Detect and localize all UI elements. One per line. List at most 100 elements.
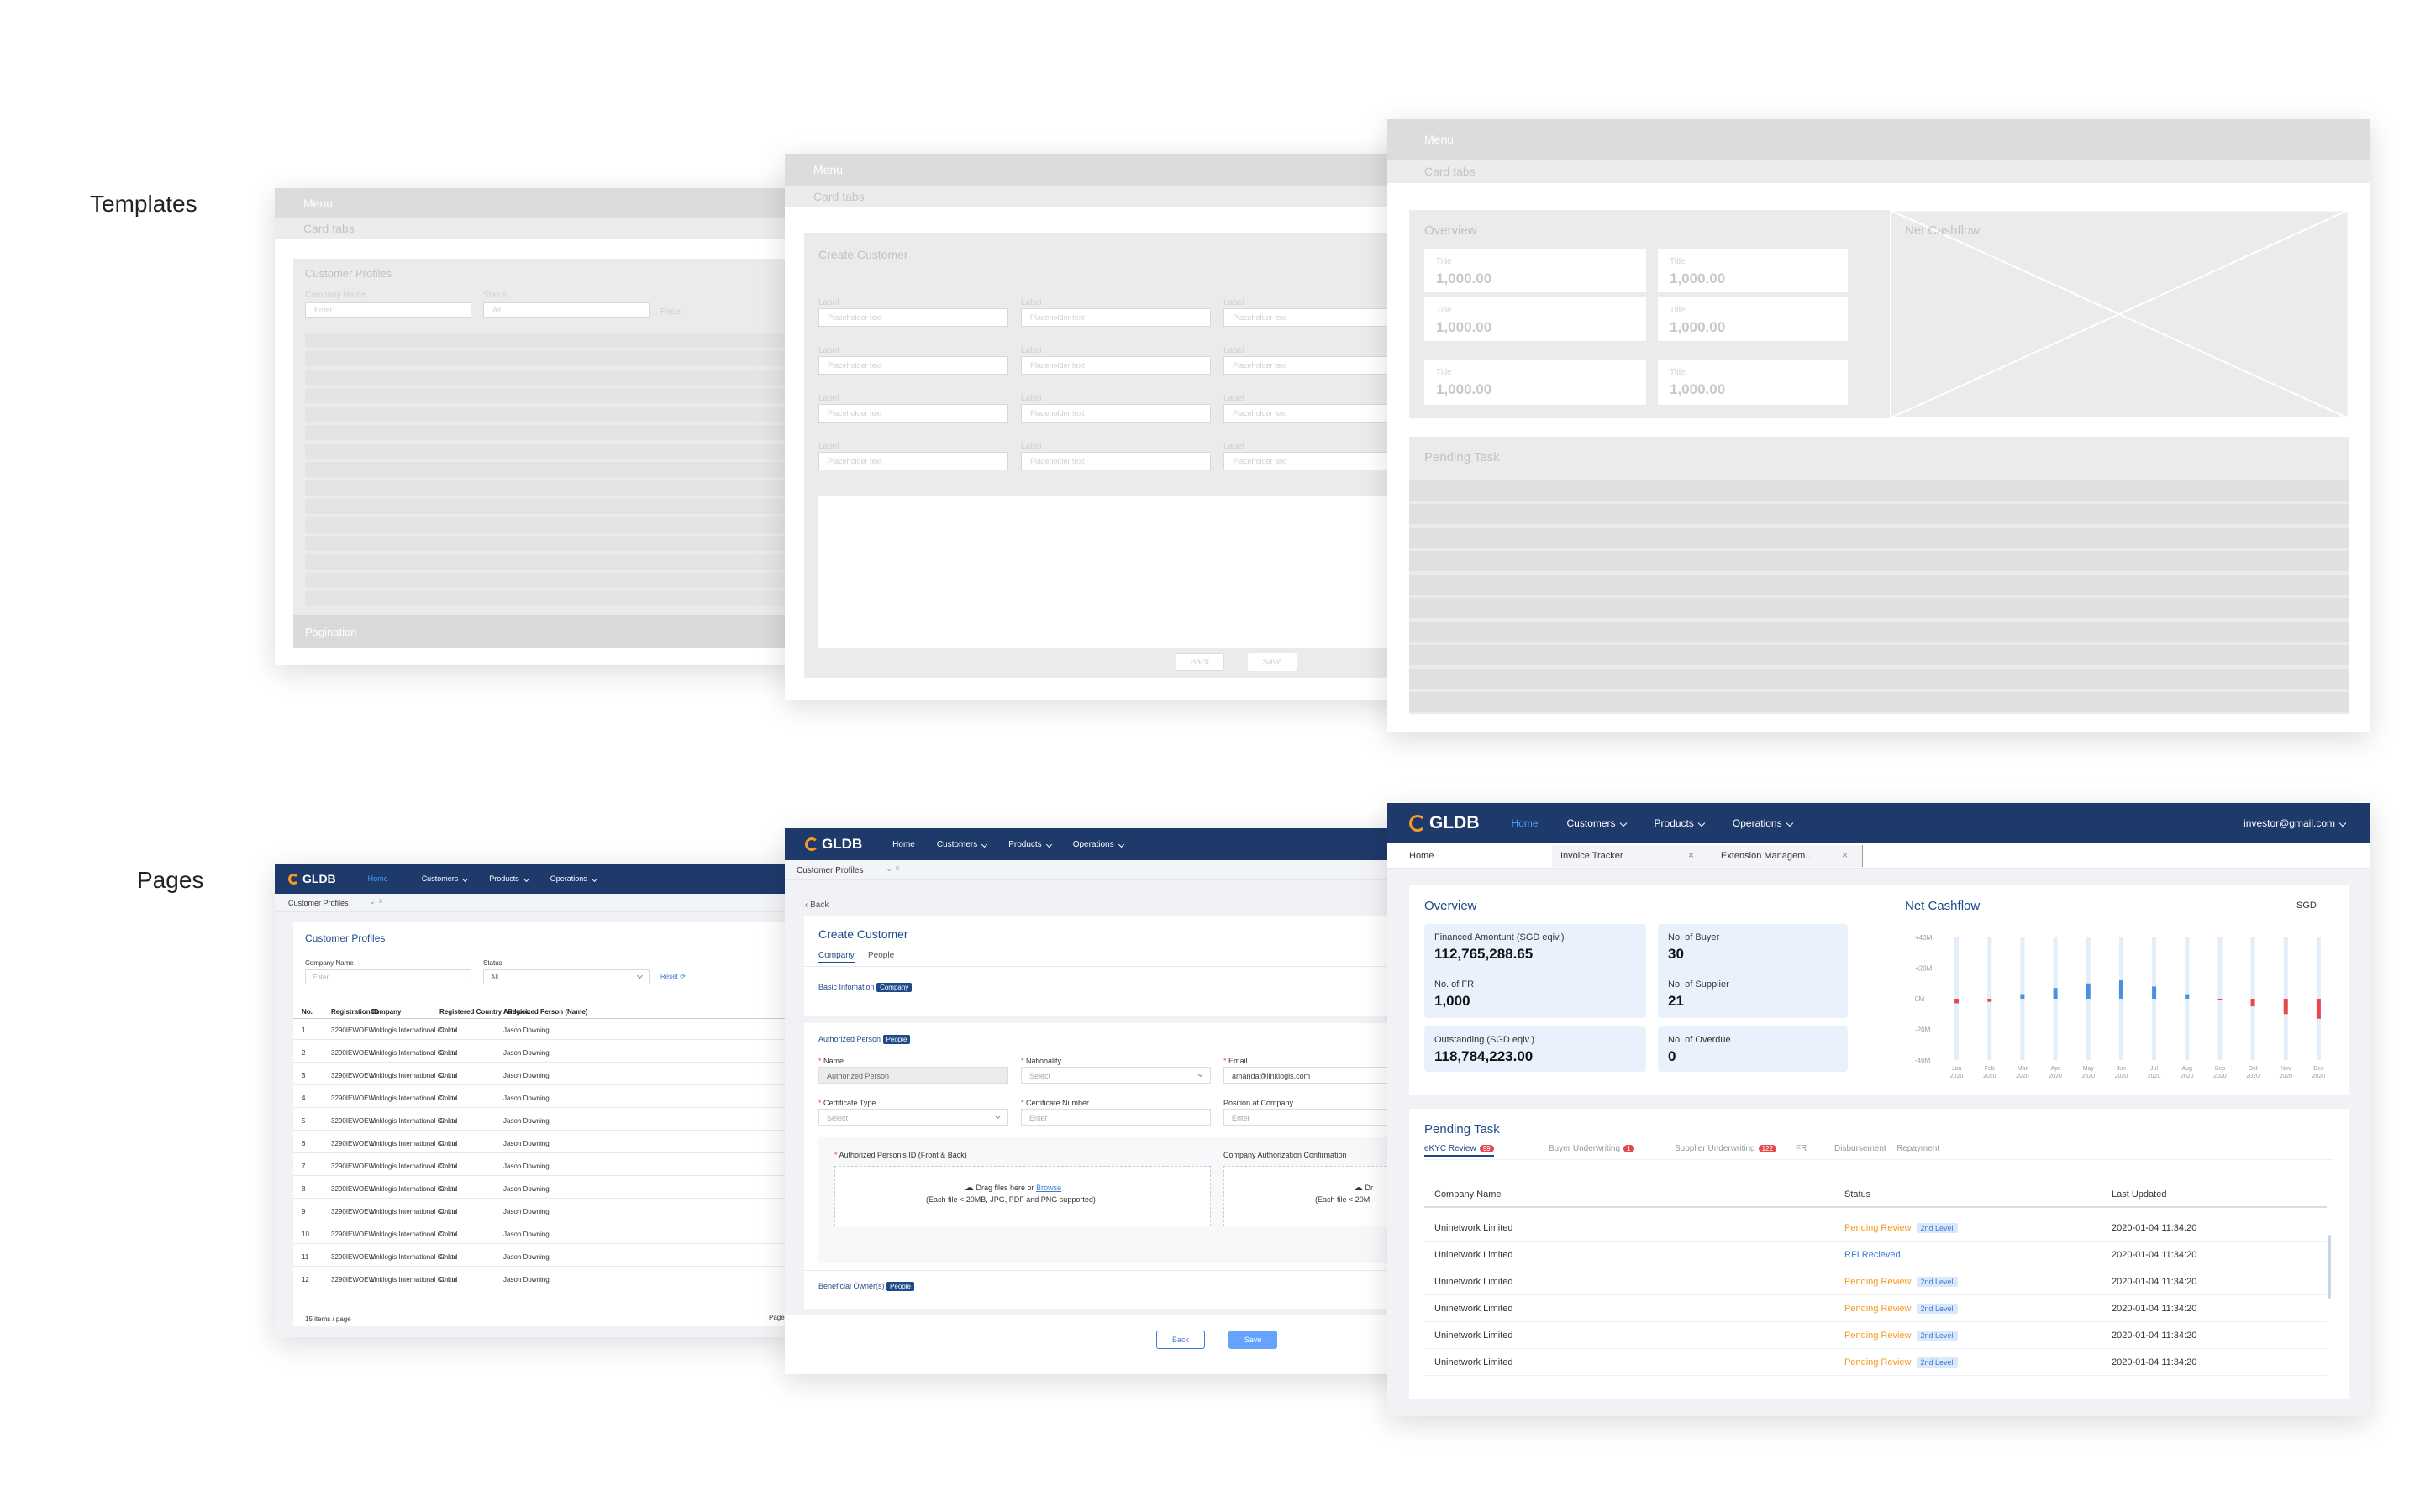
nav-customers[interactable]: Customers [937,840,988,849]
task-tab-2[interactable]: Supplier Underwriting 122 [1675,1144,1776,1153]
chevron-down-icon [1045,841,1052,848]
template-field-input[interactable]: Placeholder text [1223,452,1407,470]
nav-operations[interactable]: Operations [1733,817,1793,829]
save-button[interactable]: Save [1228,1331,1277,1349]
template-field-input[interactable]: Placeholder text [818,356,1008,375]
table-row[interactable]: 6 3290IEWOEW Linklogis International Co Lt… [293,1135,796,1158]
beneficial-owners-section: Beneficial Owner(s) People [818,1282,914,1291]
company-name-input[interactable]: Enter [305,969,471,984]
id-upload-dropzone[interactable]: ☁ Drag files here or Browse (Each file <… [834,1166,1211,1226]
template-task-row [1409,692,2349,712]
template-field-input[interactable]: Placeholder text [818,404,1008,423]
table-row[interactable]: Uninetwork Limited RFI Recieved 2020-01-04… [1424,1242,2327,1268]
overview-title: Overview [1424,899,1477,913]
table-row[interactable]: Uninetwork Limited Pending Review 2nd Leve… [1424,1322,2327,1349]
reset-link[interactable]: Reset ⟳ [660,973,686,980]
template-status-select[interactable]: All [483,302,650,318]
task-tab-1[interactable]: Buyer Underwriting 1 [1549,1144,1634,1153]
template-save-button[interactable]: Save [1248,653,1297,671]
table-row[interactable]: 1 3290IEWOEW Linklogis International Co Lt… [293,1021,796,1044]
template-field-input[interactable]: Placeholder text [1223,404,1407,423]
page-size[interactable]: 15 items / page [305,1315,351,1323]
table-row[interactable]: 9 3290IEWOEW Linklogis International Co Lt… [293,1203,796,1226]
nav-customers[interactable]: Customers [1567,817,1627,829]
close-icon[interactable]: × [1688,849,1694,861]
auth-confirmation-dropzone[interactable]: ☁ Dr (Each file < 20M [1223,1166,1407,1226]
logo[interactable]: GLDB [1409,813,1480,833]
task-tab-3[interactable]: FR [1796,1144,1807,1153]
close-icon[interactable]: ⌄ × [369,897,383,906]
template-field-input[interactable]: Placeholder text [1021,452,1211,470]
nav-products[interactable]: Products [1008,840,1052,849]
template-company-label: Company Name [305,291,366,300]
status-cell: Pending Review 2nd Level [1844,1223,1958,1233]
nav-products[interactable]: Products [1655,817,1706,829]
nav-home[interactable]: Home [368,874,388,883]
table-row[interactable]: 8 3290IEWOEW Linklogis International Co Lt… [293,1180,796,1203]
id-upload-label: * Authorized Person's ID (Front & Back) [834,1151,967,1159]
bar [2152,986,2157,999]
cert-number-input[interactable]: Enter [1021,1109,1211,1126]
table-row[interactable]: Uninetwork Limited Pending Review 2nd Leve… [1424,1215,2327,1242]
logo[interactable]: GLDB [288,872,336,885]
template-back-button[interactable]: Back [1176,653,1224,671]
subtab-people[interactable]: People [868,951,894,960]
x-tick-label: 2020 [2115,1074,2128,1079]
template-stat-value: 1,000.00 [1670,319,1726,335]
back-link[interactable]: ‹ Back [805,900,829,910]
tab-home[interactable]: Home [1409,851,1434,861]
browse-link[interactable]: Browse [1036,1184,1061,1192]
template-task-row [1409,645,2349,665]
scrollbar[interactable] [2328,1235,2331,1299]
table-row[interactable]: 10 3290IEWOEW Linklogis International Co L… [293,1226,796,1248]
nav-home[interactable]: Home [1512,817,1539,829]
cert-type-select[interactable]: Select [818,1109,1008,1126]
table-row[interactable]: 3 3290IEWOEW Linklogis International Co Lt… [293,1067,796,1089]
email-input[interactable]: amanda@linklogis.com [1223,1067,1407,1084]
position-input[interactable]: Enter [1223,1109,1407,1126]
template-field-input[interactable]: Placeholder text [1223,356,1407,375]
task-tab-0[interactable]: eKYC Review 99 [1424,1144,1494,1157]
table-row[interactable]: 7 3290IEWOEW Linklogis International Co Lt… [293,1158,796,1180]
tab-customer-profiles[interactable]: Customer Profiles [288,899,349,907]
table-row[interactable]: Uninetwork Limited Pending Review 2nd Leve… [1424,1268,2327,1295]
tab-extension-management[interactable]: Extension Managem... × [1712,845,1863,867]
nationality-select[interactable]: Select [1021,1067,1211,1084]
template-field-input[interactable]: Placeholder text [818,452,1008,470]
table-cell: 3290IEWOEW [331,1208,376,1215]
table-row[interactable]: 2 3290IEWOEW Linklogis International Co Lt… [293,1044,796,1067]
template-field-input[interactable]: Placeholder text [1021,404,1211,423]
table-row[interactable]: 5 3290IEWOEW Linklogis International Co Lt… [293,1112,796,1135]
template-company-input[interactable]: Enter [305,302,471,318]
status-select[interactable]: All [483,969,650,984]
template-field-input[interactable]: Placeholder text [1223,308,1407,327]
template-field-input[interactable]: Placeholder text [818,308,1008,327]
name-input[interactable]: Authorized Person [818,1067,1008,1084]
page-label[interactable]: Page [769,1314,785,1321]
nav-operations[interactable]: Operations [1073,840,1124,849]
table-row[interactable]: 11 3290IEWOEW Linklogis International Co L… [293,1248,796,1271]
table-row[interactable]: 4 3290IEWOEW Linklogis International Co Lt… [293,1089,796,1112]
nav-operations[interactable]: Operations [550,874,597,883]
back-button[interactable]: Back [1156,1331,1205,1349]
table-header-4: Authorized Person (Name) [503,1008,588,1016]
template-reset[interactable]: Reset [660,307,682,317]
template-stat-card: Title 1,000.00 [1424,249,1646,292]
nav-products[interactable]: Products [489,874,529,883]
nav-customers[interactable]: Customers [422,874,469,883]
table-row[interactable]: Uninetwork Limited Pending Review 2nd Leve… [1424,1349,2327,1376]
tab-customer-profiles[interactable]: Customer Profiles [797,866,863,875]
close-icon[interactable]: ⌄ × [886,864,900,874]
user-menu[interactable]: investor@gmail.com [2244,817,2347,829]
nav-home[interactable]: Home [892,840,915,849]
table-row[interactable]: Uninetwork Limited Pending Review 2nd Leve… [1424,1295,2327,1322]
task-tab-5[interactable]: Repayment [1897,1144,1939,1153]
tab-invoice-tracker[interactable]: Invoice Tracker × [1552,845,1712,867]
subtab-company[interactable]: Company [818,951,855,963]
logo[interactable]: GLDB [805,836,862,853]
template-field-input[interactable]: Placeholder text [1021,356,1211,375]
task-tab-4[interactable]: Disbursement [1834,1144,1886,1153]
table-row[interactable]: 12 3290IEWOEW Linklogis International Co L… [293,1271,796,1294]
template-field-input[interactable]: Placeholder text [1021,308,1211,327]
close-icon[interactable]: × [1842,849,1848,861]
